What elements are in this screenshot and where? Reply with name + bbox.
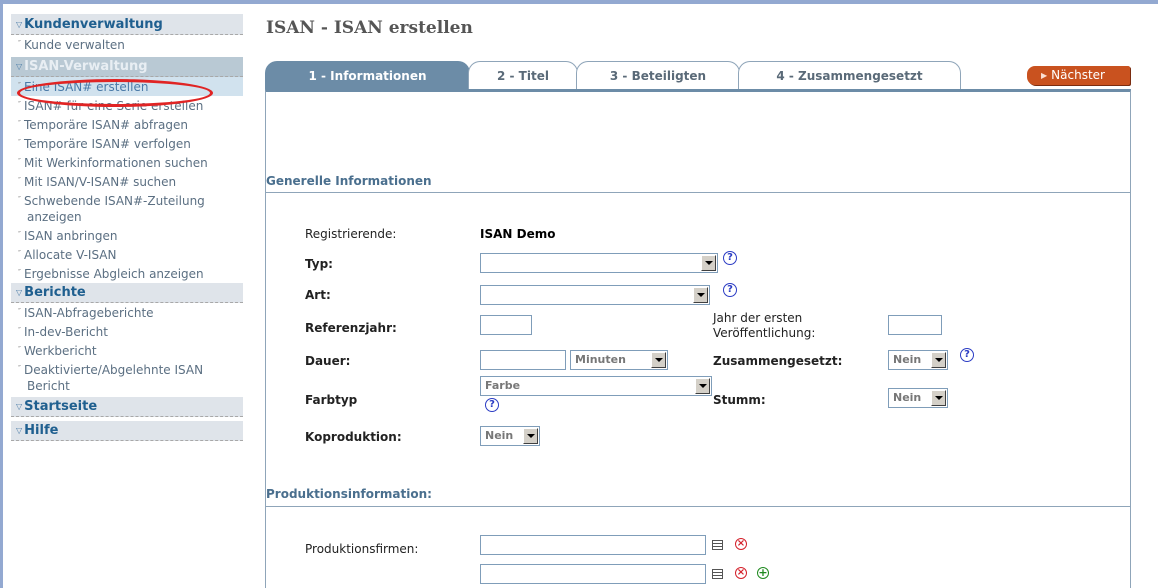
sidebar: ▽ Kundenverwaltung ″ Kunde verwalten ▽ ISAN…: [11, 14, 243, 441]
help-icon[interactable]: ?: [485, 398, 499, 412]
bullet-icon: ″: [18, 307, 21, 316]
dropdown-arrow-icon: [695, 378, 710, 394]
type-label: Typ:: [305, 257, 333, 271]
collapse-triangle-icon: ▽: [16, 288, 23, 297]
sidebar-item-temp-verfolgen[interactable]: ″ Temporäre ISAN# verfolgen: [11, 134, 243, 153]
duration-input[interactable]: [480, 350, 566, 370]
production-company-input-2[interactable]: [480, 564, 706, 584]
bullet-icon: ″: [18, 81, 21, 90]
composite-label: Zusammengesetzt:: [713, 354, 843, 368]
section-divider: [266, 192, 1130, 193]
sidebar-item-in-dev-bericht[interactable]: ″ In-dev-Bericht: [11, 322, 243, 341]
tab-titel[interactable]: 2 - Titel: [468, 61, 578, 91]
dropdown-arrow-icon: [931, 352, 946, 368]
tab-zusammengesetzt[interactable]: 4 - Zusammengesetzt: [738, 61, 961, 91]
mute-select[interactable]: Nein: [888, 388, 948, 408]
bullet-icon: ″: [18, 249, 21, 258]
add-icon[interactable]: +: [757, 567, 769, 579]
section-divider: [266, 506, 1130, 507]
dropdown-arrow-icon: [693, 287, 708, 303]
remove-icon[interactable]: ×: [735, 538, 747, 550]
bullet-icon: ″: [18, 195, 21, 204]
sidebar-item-schwebende[interactable]: ″ Schwebende ISAN#-Zuteilung anzeigen: [11, 191, 243, 226]
sidebar-item-ergebnisse[interactable]: ″ Ergebnisse Abgleich anzeigen: [11, 264, 243, 283]
form-panel: [265, 89, 1131, 588]
composite-select[interactable]: Nein: [888, 350, 948, 370]
registrant-value: ISAN Demo: [480, 227, 556, 241]
bullet-icon: ″: [18, 39, 21, 48]
bullet-icon: ″: [18, 119, 21, 128]
collapse-triangle-icon: ▽: [16, 426, 23, 435]
coproduction-label: Koproduktion:: [305, 430, 402, 444]
bullet-icon: ″: [18, 268, 21, 277]
production-companies-label: Produktionsfirmen:: [305, 542, 419, 556]
sidebar-section-hilfe[interactable]: ▽ Hilfe: [11, 421, 243, 441]
tab-beteiligten[interactable]: 3 - Beteiligten: [576, 61, 740, 91]
first-publication-input[interactable]: [888, 315, 942, 335]
dropdown-arrow-icon: [651, 352, 666, 368]
page-title: ISAN - ISAN erstellen: [266, 18, 473, 38]
kind-label: Art:: [305, 288, 331, 302]
sidebar-item-werkinformationen[interactable]: ″ Mit Werkinformationen suchen: [11, 153, 243, 172]
coproduction-select[interactable]: Nein: [480, 426, 540, 446]
bullet-icon: ″: [18, 326, 21, 335]
sidebar-item-kunde-verwalten[interactable]: ″ Kunde verwalten: [11, 35, 243, 54]
color-type-label: Farbtyp: [305, 393, 358, 407]
dropdown-arrow-icon: [931, 390, 946, 406]
sidebar-item-abfrageberichte[interactable]: ″ ISAN-Abfrageberichte: [11, 303, 243, 322]
reference-year-input[interactable]: [480, 315, 532, 335]
bullet-icon: ″: [18, 230, 21, 239]
kind-select[interactable]: [480, 285, 710, 305]
registrant-label: Registrierende:: [305, 227, 397, 241]
help-icon[interactable]: ?: [723, 251, 737, 265]
mute-label: Stumm:: [713, 393, 766, 407]
type-select[interactable]: [480, 253, 718, 273]
left-border: [0, 0, 3, 588]
bullet-icon: ″: [18, 345, 21, 354]
sidebar-item-deaktivierte[interactable]: ″ Deaktivierte/Abgelehnte ISAN Bericht: [11, 360, 243, 395]
collapse-triangle-icon: ▽: [16, 20, 23, 29]
sidebar-item-temp-abfragen[interactable]: ″ Temporäre ISAN# abfragen: [11, 115, 243, 134]
sidebar-section-startseite[interactable]: ▽ Startseite: [11, 397, 243, 417]
collapse-triangle-icon: ▽: [16, 62, 23, 71]
top-border: [0, 0, 1158, 4]
dropdown-arrow-icon: [701, 255, 716, 271]
sidebar-item-isan-serie[interactable]: ″ ISAN# für eine Serie erstellen: [11, 96, 243, 115]
sidebar-item-isan-suchen[interactable]: ″ Mit ISAN/V-ISAN# suchen: [11, 172, 243, 191]
bullet-icon: ″: [18, 138, 21, 147]
sidebar-item-isan-anbringen[interactable]: ″ ISAN anbringen: [11, 226, 243, 245]
help-icon[interactable]: ?: [723, 283, 737, 297]
list-icon[interactable]: [712, 569, 723, 579]
sidebar-section-isan-verwaltung[interactable]: ▽ ISAN-Verwaltung: [11, 57, 243, 77]
collapse-triangle-icon: ▽: [16, 402, 23, 411]
section-title-general: Generelle Informationen: [266, 174, 432, 188]
bullet-icon: ″: [18, 176, 21, 185]
production-company-input-1[interactable]: [480, 535, 706, 555]
list-icon[interactable]: [712, 540, 723, 550]
tab-informationen[interactable]: 1 - Informationen: [265, 61, 470, 91]
sidebar-section-berichte[interactable]: ▽ Berichte: [11, 283, 243, 303]
bullet-icon: ″: [18, 157, 21, 166]
remove-icon[interactable]: ×: [735, 567, 747, 579]
color-type-select[interactable]: Farbe: [480, 376, 712, 396]
bullet-icon: ″: [18, 364, 21, 373]
sidebar-item-werkbericht[interactable]: ″ Werkbericht: [11, 341, 243, 360]
duration-unit-select[interactable]: Minuten: [570, 350, 668, 370]
play-arrow-icon: ▶: [1041, 71, 1048, 80]
duration-label: Dauer:: [305, 354, 351, 368]
first-publication-label: Jahr der ersten Veröffentlichung:: [713, 311, 816, 340]
dropdown-arrow-icon: [523, 428, 538, 444]
sidebar-item-allocate-visan[interactable]: ″ Allocate V-ISAN: [11, 245, 243, 264]
section-title-production: Produktionsinformation:: [266, 487, 432, 501]
reference-year-label: Referenzjahr:: [305, 321, 397, 335]
bullet-icon: ″: [18, 100, 21, 109]
sidebar-item-eine-isan-erstellen[interactable]: ″ Eine ISAN# erstellen: [11, 77, 243, 96]
next-button[interactable]: ▶ Nächster: [1027, 66, 1130, 85]
sidebar-section-kundenverwaltung[interactable]: ▽ Kundenverwaltung: [11, 14, 243, 35]
help-icon[interactable]: ?: [960, 348, 974, 362]
